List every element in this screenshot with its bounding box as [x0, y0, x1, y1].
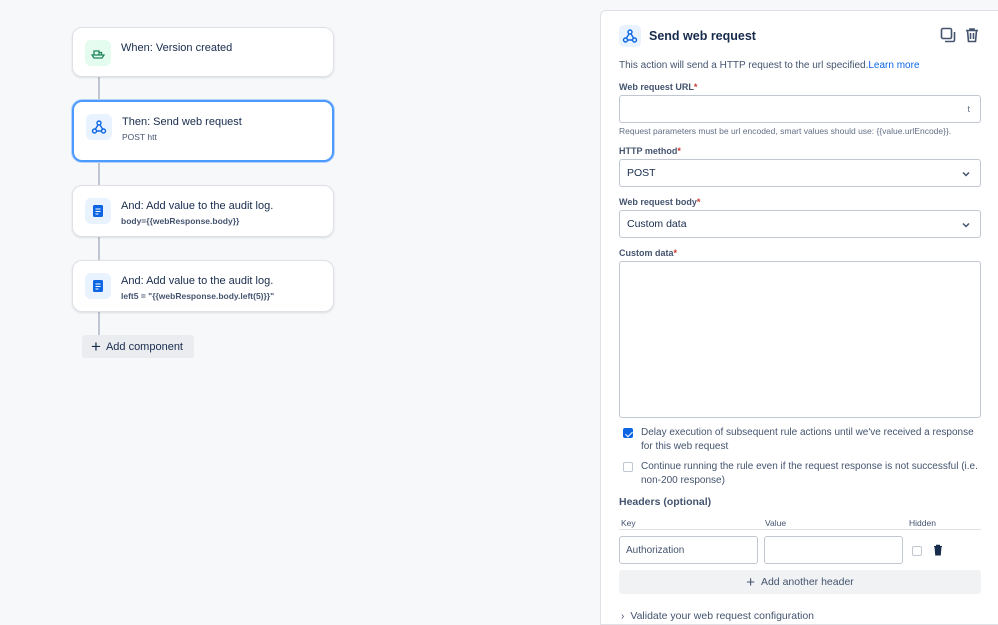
column-hidden: Hidden: [909, 518, 936, 528]
columns-divider: [619, 529, 981, 530]
add-header-button[interactable]: + Add another header: [619, 570, 981, 594]
description-text: This action will send a HTTP request to …: [619, 60, 869, 71]
column-key: Key: [621, 518, 636, 528]
remove-header-icon[interactable]: [933, 543, 943, 561]
action-subtitle: left5 = "{{webResponse.body.left(5)}}": [121, 291, 275, 301]
body-label: Web request body*: [619, 197, 701, 207]
trigger-card[interactable]: When: Version created: [72, 27, 334, 77]
action-title: And: Add value to the audit log.: [121, 275, 274, 287]
flow-connector: [98, 161, 100, 187]
hidden-checkbox[interactable]: [912, 546, 922, 556]
action-title: And: Add value to the audit log.: [121, 200, 274, 212]
panel-tools: [940, 27, 980, 48]
plus-icon: +: [746, 573, 755, 591]
flow-connector: [98, 236, 100, 262]
webhook-icon: [86, 114, 112, 140]
action-title: Then: Send web request: [122, 116, 242, 128]
document-icon: [85, 198, 111, 224]
action-card-audit-log-2[interactable]: And: Add value to the audit log. left5 =…: [72, 260, 334, 312]
document-icon: [85, 273, 111, 299]
panel-header: Send web request: [619, 25, 756, 47]
method-value: POST: [627, 167, 656, 179]
rule-flow: When: Version created Then: Send web req…: [0, 0, 600, 625]
delay-label: Delay execution of subsequent rule actio…: [641, 427, 974, 452]
chevron-down-icon: [961, 169, 971, 182]
flow-connector: [98, 76, 100, 102]
custom-data-label: Custom data*: [619, 248, 678, 258]
validate-label: Validate your web request configuration: [630, 610, 815, 622]
add-header-label: Add another header: [760, 576, 854, 588]
panel-title: Send web request: [649, 29, 756, 43]
boat-icon: [85, 40, 111, 66]
trigger-title: When: Version created: [121, 42, 233, 54]
action-subtitle: POST htt: [122, 132, 157, 142]
webhook-icon: [619, 25, 641, 47]
url-input[interactable]: t: [619, 95, 981, 123]
continue-label: Continue running the rule even if the re…: [641, 461, 978, 486]
config-panel: Send web request This action will send a…: [600, 10, 998, 625]
header-key-input[interactable]: Authorization: [619, 536, 758, 564]
flow-connector: [98, 310, 100, 336]
continue-checkbox[interactable]: [623, 462, 633, 472]
panel-description: This action will send a HTTP request to …: [619, 60, 920, 71]
delay-option[interactable]: Delay execution of subsequent rule actio…: [623, 426, 983, 454]
delay-checkbox[interactable]: [623, 428, 633, 438]
custom-data-textarea[interactable]: [619, 261, 981, 418]
method-select[interactable]: POST: [619, 159, 981, 187]
chevron-down-icon: [961, 220, 971, 233]
method-label: HTTP method*: [619, 146, 681, 156]
url-value: t: [967, 104, 972, 114]
body-select[interactable]: Custom data: [619, 210, 981, 238]
url-label: Web request URL*: [619, 82, 698, 92]
duplicate-icon[interactable]: [940, 27, 956, 48]
learn-more-link[interactable]: Learn more: [868, 60, 919, 71]
header-value-input[interactable]: [764, 536, 903, 564]
delete-icon[interactable]: [964, 27, 980, 48]
body-value: Custom data: [627, 218, 687, 230]
plus-icon: +: [91, 337, 101, 356]
add-component-label: Add component: [105, 340, 183, 353]
url-hint: Request parameters must be url encoded, …: [619, 126, 952, 136]
action-card-send-web-request[interactable]: Then: Send web request POST htt: [72, 100, 334, 162]
add-component-button[interactable]: + Add component: [82, 335, 194, 358]
headers-title: Headers (optional): [619, 496, 712, 508]
continue-option[interactable]: Continue running the rule even if the re…: [623, 460, 983, 488]
action-card-audit-log-1[interactable]: And: Add value to the audit log. body={{…: [72, 185, 334, 237]
column-value: Value: [765, 518, 787, 528]
chevron-right-icon: ›: [621, 610, 625, 622]
action-subtitle: body={{webResponse.body}}: [121, 216, 240, 226]
validate-toggle[interactable]: › Validate your web request configuratio…: [621, 610, 814, 622]
